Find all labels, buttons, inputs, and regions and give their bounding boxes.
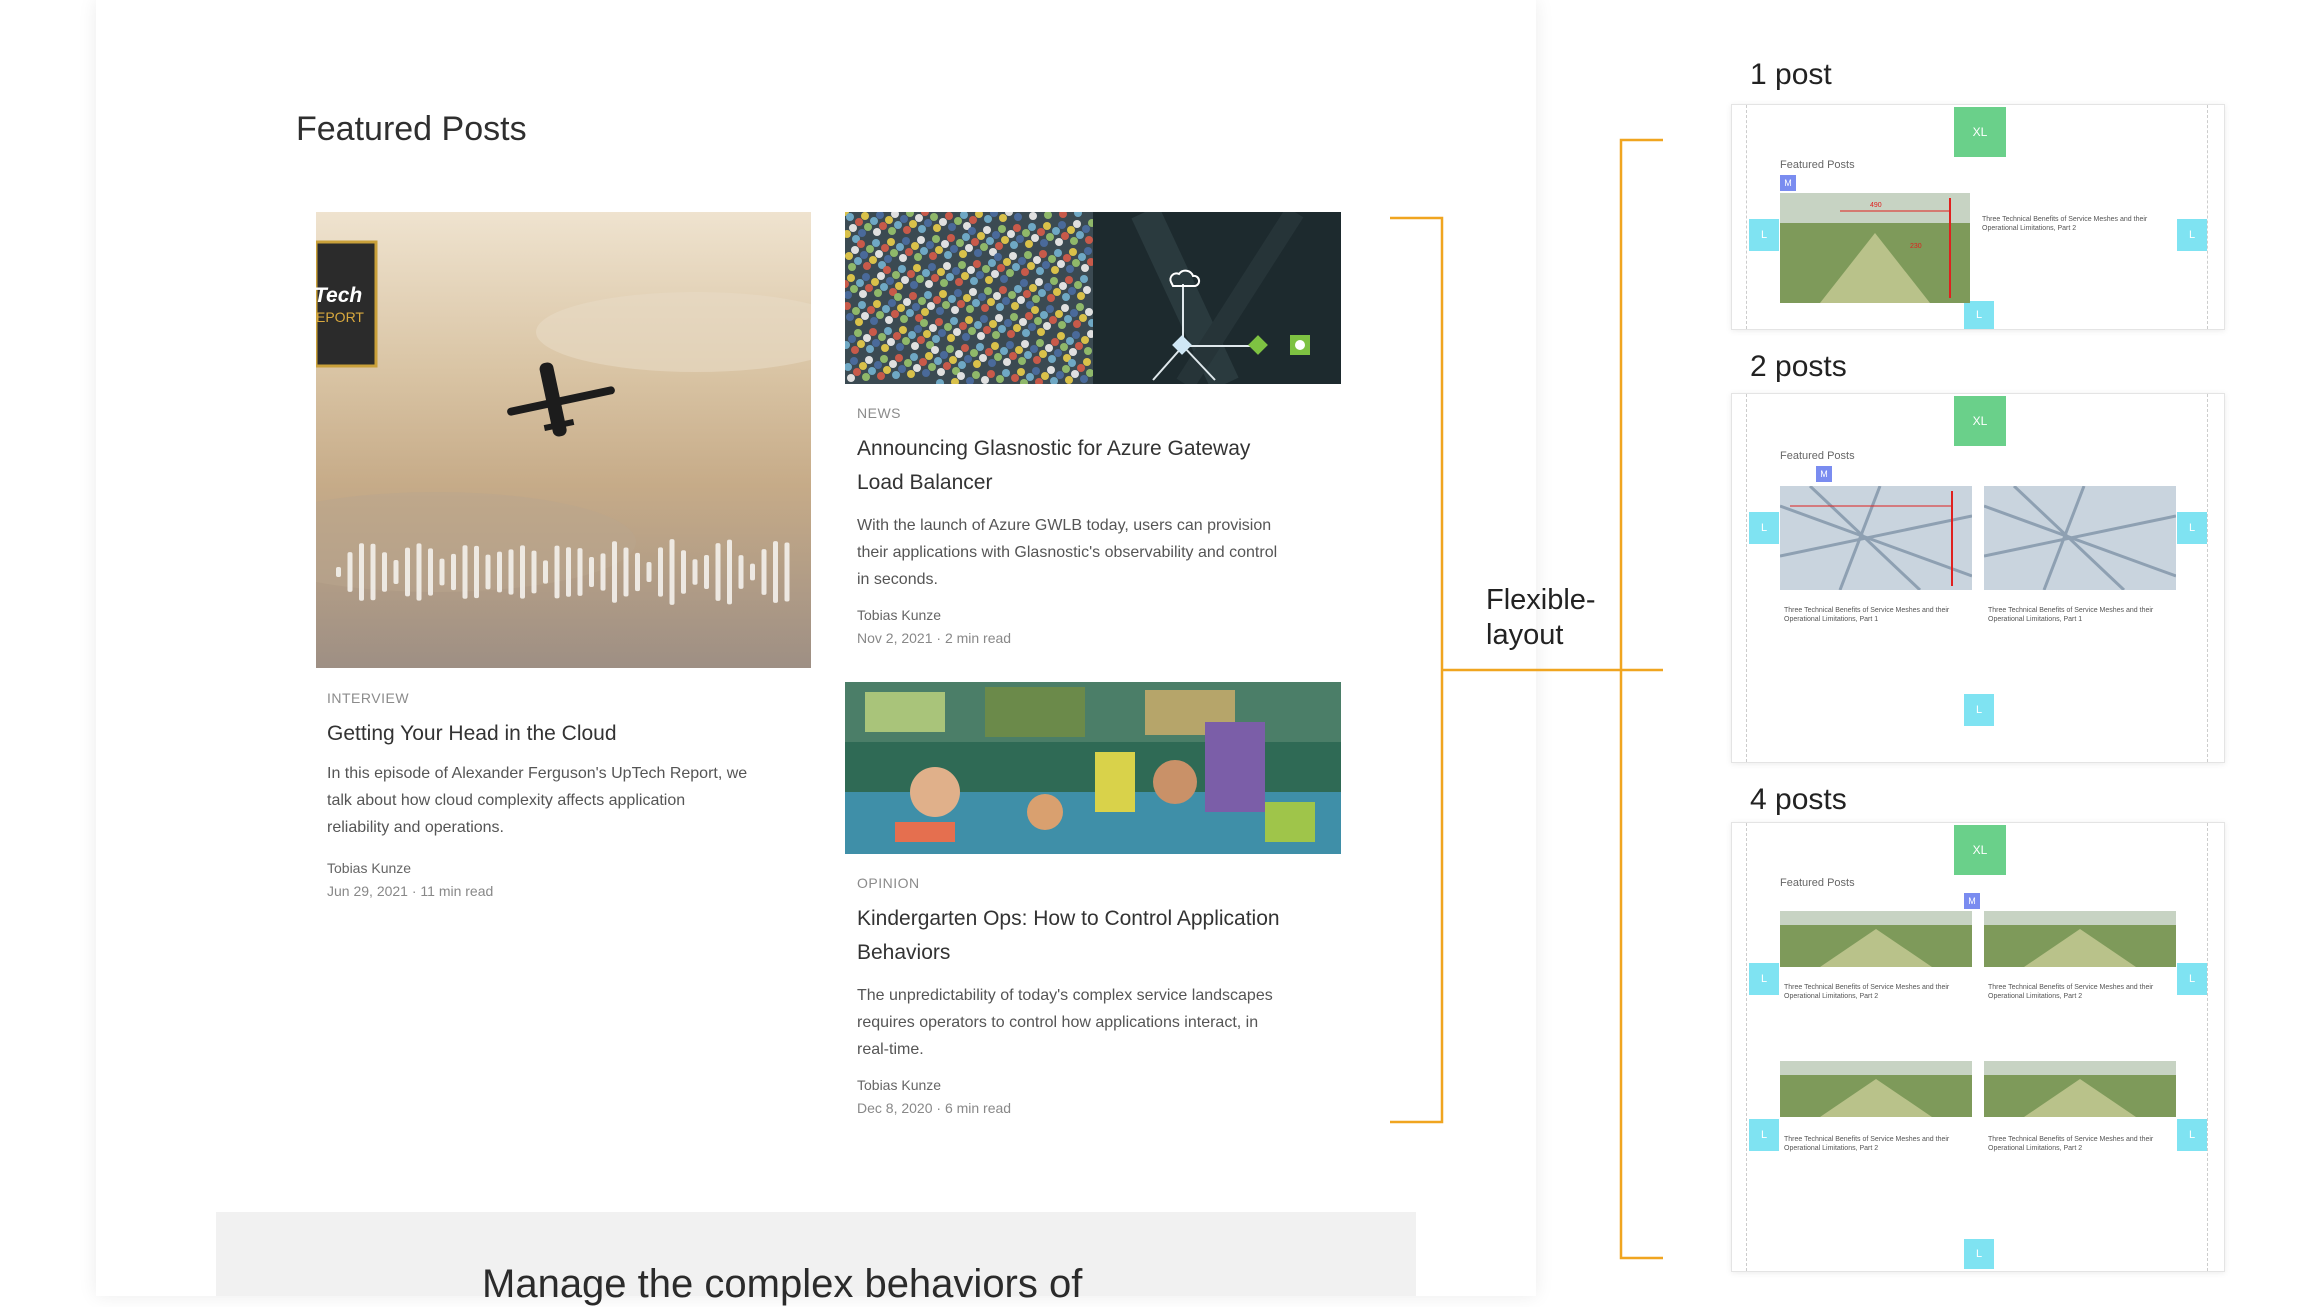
l-badge: L	[1749, 963, 1779, 995]
network-crowd-image	[845, 212, 1341, 384]
post-category: INTERVIEW	[327, 690, 410, 706]
kindergarten-scene-image	[845, 682, 1341, 854]
post-meta: Jun 29, 2021 · 11 min read	[327, 883, 494, 899]
post-title[interactable]: Getting Your Head in the Cloud	[327, 717, 617, 751]
post-title[interactable]: Kindergarten Ops: How to Control Applica…	[857, 902, 1280, 970]
post-author[interactable]: Tobias Kunze	[857, 1077, 941, 1093]
post-image-uptech-report[interactable]: Tech EPORT	[316, 212, 811, 668]
mini-featured-title: Featured Posts	[1780, 159, 1855, 171]
post-meta: Dec 8, 2020 · 6 min read	[857, 1100, 1012, 1116]
airplane-soundwave-image	[316, 212, 811, 668]
post-image-kindergarten[interactable]	[845, 682, 1341, 854]
mini-post-text: Three Technical Benefits of Service Mesh…	[1784, 1136, 1950, 1152]
variant-title: 4 posts	[1750, 783, 1847, 816]
cta-heading: Manage the complex behaviors of	[482, 1262, 1083, 1306]
mini-city-image-1	[1780, 486, 1972, 590]
tech-report-logo-text: Tech	[316, 284, 363, 307]
l-badge: L	[1964, 694, 1994, 726]
mini-featured-title: Featured Posts	[1780, 450, 1855, 462]
mini-featured-title: Featured Posts	[1780, 877, 1855, 889]
l-badge: L	[2177, 512, 2207, 544]
svg-text:490: 490	[1870, 202, 1882, 209]
mini-post-text: Three Technical Benefits of Service Mesh…	[1988, 1136, 2154, 1152]
variant-preview-4[interactable]: XL Featured Posts M L L L L L Three Tech…	[1731, 822, 2225, 1272]
xl-badge: XL	[1954, 107, 2006, 157]
variant-title: 1 post	[1750, 58, 1832, 91]
post-category: OPINION	[857, 875, 920, 891]
post-excerpt: In this episode of Alexander Ferguson's …	[327, 765, 748, 836]
mini-post-text: Three Technical Benefits of Service Mesh…	[1982, 216, 2148, 232]
post-author[interactable]: Tobias Kunze	[327, 860, 411, 876]
mini-post-text: Three Technical Benefits of Service Mesh…	[1784, 984, 1950, 1000]
m-badge: M	[1780, 175, 1796, 191]
page-card	[96, 0, 1536, 1296]
post-excerpt: The unpredictability of today's complex …	[857, 987, 1273, 1058]
l-badge: L	[1749, 219, 1779, 251]
l-badge: L	[1964, 1239, 1994, 1269]
post-title[interactable]: Announcing Glasnostic for Azure Gateway …	[857, 432, 1250, 500]
mini-garden-image-1	[1780, 911, 1972, 967]
svg-text:230: 230	[1910, 243, 1922, 250]
mini-garden-image-4	[1984, 1061, 2176, 1117]
mini-post-text: Three Technical Benefits of Service Mesh…	[1784, 607, 1950, 623]
mini-post-text: Three Technical Benefits of Service Mesh…	[1988, 984, 2154, 1000]
xl-badge: XL	[1954, 825, 2006, 875]
l-badge: L	[1964, 301, 1994, 329]
post-meta: Nov 2, 2021 · 2 min read	[857, 630, 1012, 646]
post-excerpt: With the launch of Azure GWLB today, use…	[857, 517, 1278, 588]
variant-preview-2[interactable]: XL Featured Posts M L L L Three Technica…	[1731, 393, 2225, 763]
layout-bracket-lines	[1390, 138, 1663, 1260]
flexible-layout-label: Flexible- layout	[1486, 584, 1596, 651]
mini-city-image-2	[1984, 486, 2176, 590]
section-title: Featured Posts	[296, 110, 527, 148]
m-badge: M	[1816, 466, 1832, 482]
mini-garden-image-3	[1780, 1061, 1972, 1117]
l-badge: L	[2177, 1119, 2207, 1151]
mini-garden-image-2	[1984, 911, 2176, 967]
mini-post-text: Three Technical Benefits of Service Mesh…	[1988, 607, 2154, 623]
l-badge: L	[1749, 1119, 1779, 1151]
variant-preview-1[interactable]: XL Featured Posts M L L L 490 230 Three …	[1731, 104, 2225, 330]
xl-badge: XL	[1954, 396, 2006, 446]
variant-title: 2 posts	[1750, 350, 1847, 383]
tech-report-logo-subtext: EPORT	[316, 309, 364, 325]
post-category: NEWS	[857, 405, 901, 421]
post-image-azure-gateway[interactable]	[845, 212, 1341, 384]
l-badge: L	[1749, 512, 1779, 544]
l-badge: L	[2177, 963, 2207, 995]
mini-garden-image: 490 230	[1780, 193, 1970, 303]
post-author[interactable]: Tobias Kunze	[857, 607, 941, 623]
m-badge: M	[1964, 893, 1980, 909]
